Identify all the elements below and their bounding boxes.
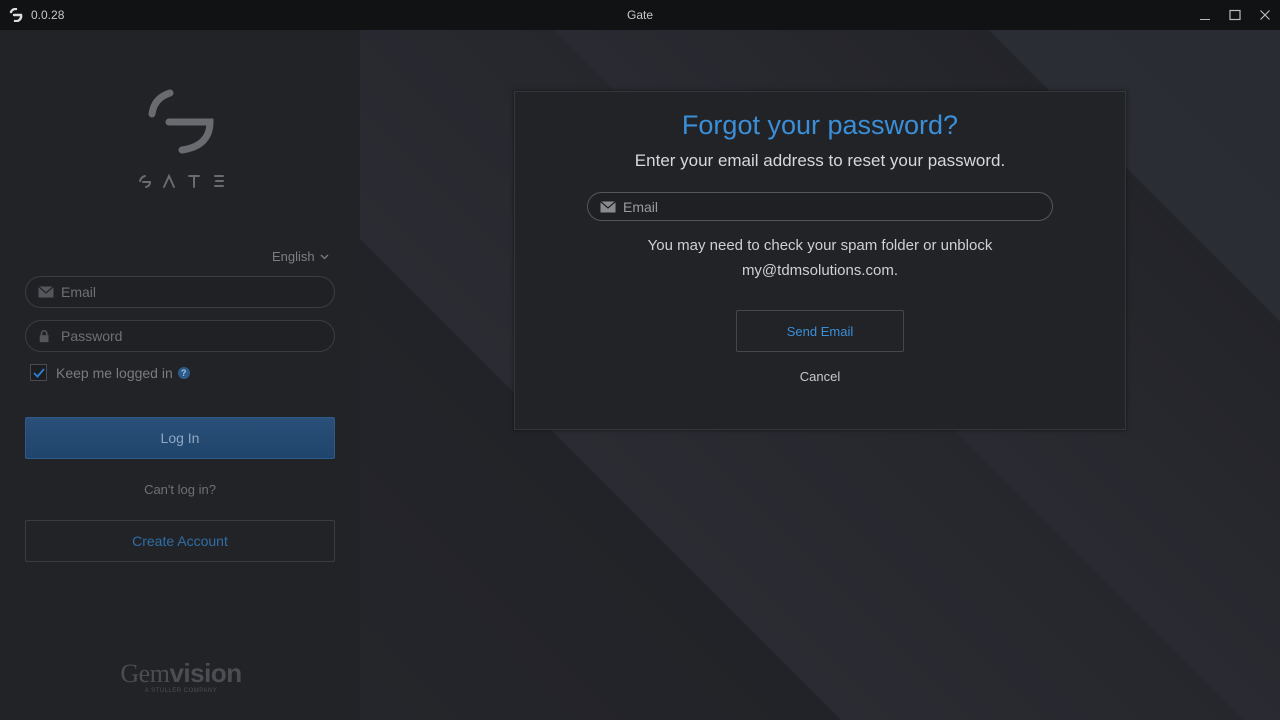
language-label: English (272, 249, 315, 264)
dialog-subtitle: Enter your email address to reset your p… (634, 151, 1006, 170)
title-bar: 0.0.28 Gate (0, 0, 1280, 30)
keep-logged-in-label: Keep me logged in (56, 364, 173, 381)
spam-note-line2: my@tdmsolutions.com. (741, 262, 899, 279)
spam-note: You may need to check your spam folder o… (515, 233, 1125, 283)
maximize-button[interactable] (1220, 0, 1250, 30)
keep-logged-in-row: Keep me logged in ? (30, 364, 190, 381)
create-account-button[interactable]: Create Account (25, 520, 335, 562)
gemvision-tagline: A STULLER COMPANY (144, 688, 218, 694)
gemvision-wordmark: Gemvision (120, 658, 242, 688)
gemvision-logo: Gemvision A STULLER COMPANY (116, 658, 246, 698)
keep-logged-in-checkbox[interactable] (30, 364, 47, 381)
cant-login-link[interactable]: Can't log in? (0, 482, 360, 497)
gate-logo (139, 89, 224, 188)
cancel-link[interactable]: Cancel (515, 369, 1125, 384)
checkmark-icon (32, 367, 45, 378)
minimize-button[interactable] (1190, 0, 1220, 30)
reset-email-input[interactable] (623, 193, 1043, 220)
login-panel: English Keep me logged in ? Log In Can't… (0, 30, 360, 720)
send-email-button[interactable]: Send Email (736, 310, 904, 352)
maximize-icon (1229, 9, 1241, 21)
login-button[interactable]: Log In (25, 417, 335, 459)
reset-email-field[interactable] (587, 192, 1053, 221)
close-button[interactable] (1250, 0, 1280, 30)
forgot-password-dialog: Forgot your password? Enter your email a… (514, 91, 1126, 430)
chevron-down-icon (320, 254, 329, 259)
close-icon (1260, 10, 1270, 20)
lock-icon (39, 330, 49, 343)
main-area: Forgot your password? Enter your email a… (360, 30, 1280, 720)
dialog-title: Forgot your password? (681, 110, 959, 140)
spam-note-line1: You may need to check your spam folder o… (647, 237, 993, 254)
language-select[interactable]: English (272, 249, 329, 264)
help-icon[interactable]: ? (177, 366, 190, 379)
envelope-icon (38, 286, 54, 298)
login-password-input[interactable] (61, 321, 326, 351)
login-email-field[interactable] (25, 276, 335, 308)
envelope-icon (600, 201, 616, 213)
login-password-field[interactable] (25, 320, 335, 352)
login-email-input[interactable] (61, 277, 326, 307)
app-version: 0.0.28 (31, 8, 65, 22)
app-logo-icon (9, 8, 23, 22)
window-title: Gate (626, 8, 653, 22)
minimize-icon (1200, 19, 1210, 20)
